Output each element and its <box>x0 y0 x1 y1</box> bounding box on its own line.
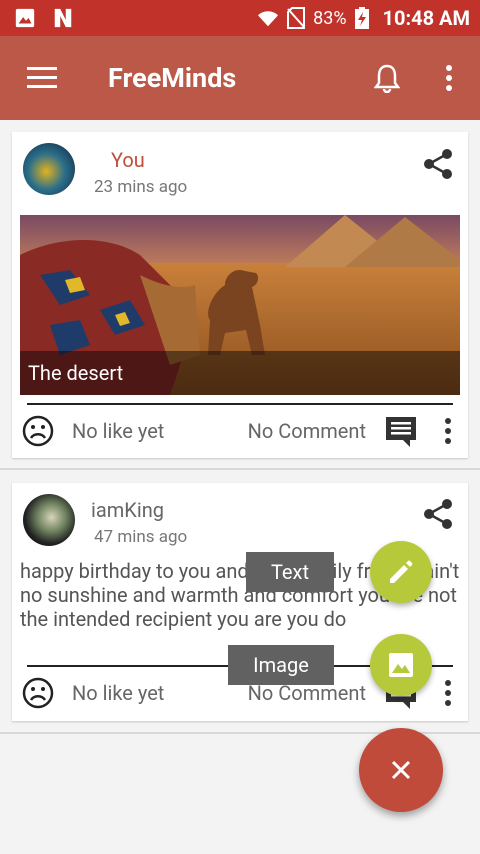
post-author[interactable]: You <box>111 148 145 172</box>
image-icon <box>389 653 413 677</box>
card-separator <box>0 468 480 470</box>
post-image[interactable]: The desert <box>20 215 460 395</box>
n-logo-icon <box>54 8 72 28</box>
image-caption: The desert <box>20 351 460 395</box>
like-count[interactable]: No like yet <box>72 681 164 705</box>
wifi-icon <box>258 11 279 27</box>
fab-text-label[interactable]: Text <box>246 552 334 592</box>
battery-percent: 83% <box>313 7 347 29</box>
battery-charging-icon <box>354 7 369 29</box>
app-title: FreeMinds <box>108 62 237 94</box>
post-author[interactable]: iamKing <box>91 498 164 522</box>
avatar[interactable] <box>23 143 75 195</box>
bell-icon <box>374 64 400 93</box>
sad-face-icon[interactable] <box>22 677 54 709</box>
notifications-button[interactable] <box>356 36 418 120</box>
menu-icon <box>27 67 57 88</box>
close-icon <box>391 760 411 780</box>
new-text-post-button[interactable] <box>370 541 432 603</box>
overflow-icon <box>446 65 452 91</box>
overflow-menu-button[interactable] <box>418 36 480 120</box>
avatar[interactable] <box>23 494 75 546</box>
comment-icon[interactable] <box>384 414 418 448</box>
app-bar: FreeMinds <box>0 36 480 120</box>
divider <box>27 403 453 405</box>
share-icon[interactable] <box>422 148 454 180</box>
pencil-icon <box>390 560 413 583</box>
sad-face-icon[interactable] <box>22 415 54 447</box>
post-time: 47 mins ago <box>94 527 188 547</box>
clock: 10:48 AM <box>382 6 470 30</box>
comment-count[interactable]: No Comment <box>248 419 366 443</box>
close-fab-button[interactable] <box>359 728 443 812</box>
share-icon[interactable] <box>422 498 454 530</box>
status-bar: 83% 10:48 AM <box>0 0 480 36</box>
new-image-post-button[interactable] <box>370 634 432 696</box>
post-actions: No like yet No Comment <box>12 406 468 456</box>
post-overflow-icon[interactable] <box>438 414 458 448</box>
menu-button[interactable] <box>0 36 84 120</box>
fab-image-label[interactable]: Image <box>228 645 334 685</box>
post-overflow-icon[interactable] <box>438 676 458 710</box>
like-count[interactable]: No like yet <box>72 419 164 443</box>
gallery-icon <box>15 8 35 28</box>
post-time: 23 mins ago <box>94 177 188 197</box>
post-card[interactable]: You 23 mins ago The desert No like yet N… <box>12 132 468 458</box>
no-sim-icon <box>287 7 306 29</box>
